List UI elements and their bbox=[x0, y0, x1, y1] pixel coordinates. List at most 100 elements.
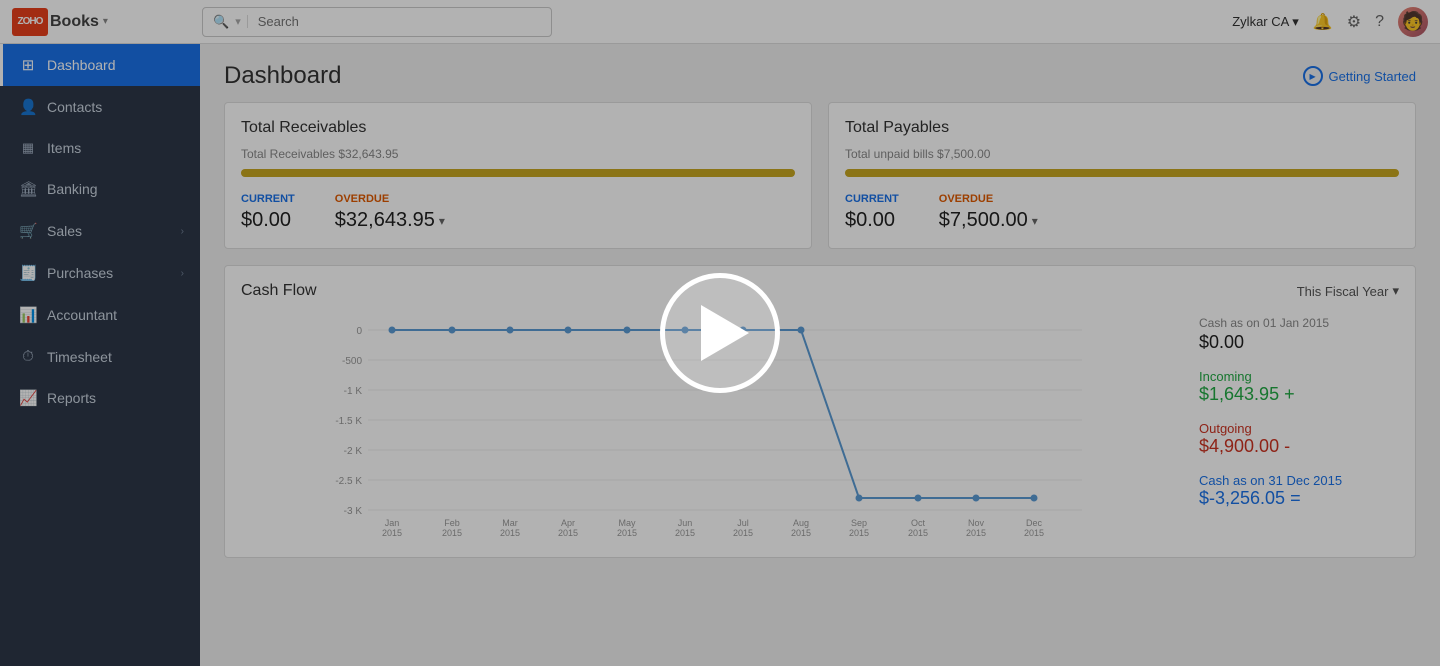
sidebar-label-banking: Banking bbox=[47, 181, 184, 197]
sidebar-item-accountant[interactable]: 📊 Accountant bbox=[0, 294, 200, 336]
logo-area: ZOHO Books ▾ bbox=[12, 8, 202, 36]
svg-text:Apr: Apr bbox=[561, 518, 575, 528]
org-dropdown-icon: ▾ bbox=[1292, 14, 1299, 30]
main-content: Dashboard ▶ Getting Started Total Receiv… bbox=[200, 44, 1440, 666]
org-name[interactable]: Zylkar CA ▾ bbox=[1232, 14, 1299, 30]
svg-text:2015: 2015 bbox=[675, 528, 695, 536]
svg-text:2015: 2015 bbox=[442, 528, 462, 536]
svg-text:2015: 2015 bbox=[849, 528, 869, 536]
timesheet-icon: ⏱ bbox=[19, 348, 37, 365]
help-icon[interactable]: ? bbox=[1375, 13, 1384, 31]
sidebar: ⊞ Dashboard 👤 Contacts ▦ Items 🏛 Banking… bbox=[0, 44, 200, 666]
zoho-logo-box: ZOHO bbox=[12, 8, 48, 36]
sidebar-item-sales[interactable]: 🛒 Sales › bbox=[0, 210, 200, 252]
sidebar-item-purchases[interactable]: 🧾 Purchases › bbox=[0, 252, 200, 294]
cash-summary: Cash as on 01 Jan 2015 $0.00 Incoming $1… bbox=[1199, 316, 1399, 541]
receivables-overdue[interactable]: OVERDUE $32,643.95 ▾ bbox=[335, 193, 445, 232]
svg-text:-500: -500 bbox=[342, 356, 362, 367]
svg-text:May: May bbox=[618, 518, 636, 528]
svg-text:2015: 2015 bbox=[558, 528, 578, 536]
sidebar-item-banking[interactable]: 🏛 Banking bbox=[0, 168, 200, 210]
payables-progress bbox=[845, 169, 1399, 177]
chart-area: 0 -500 -1 K -1.5 K -2 K -2.5 K -3 K bbox=[241, 316, 1183, 541]
svg-text:Dec: Dec bbox=[1026, 518, 1043, 528]
payables-current: CURRENT $0.00 bbox=[845, 193, 899, 232]
user-avatar[interactable]: 🧑 bbox=[1398, 7, 1428, 37]
svg-text:Jan: Jan bbox=[385, 518, 400, 528]
fiscal-year-selector[interactable]: This Fiscal Year ▾ bbox=[1297, 283, 1399, 299]
settings-icon[interactable]: ⚙ bbox=[1347, 12, 1361, 32]
sidebar-label-contacts: Contacts bbox=[47, 99, 184, 115]
payables-desc: Total unpaid bills $7,500.00 bbox=[845, 147, 1399, 161]
svg-text:Nov: Nov bbox=[968, 518, 985, 528]
banking-icon: 🏛 bbox=[19, 180, 37, 198]
payables-overdue-value: $7,500.00 ▾ bbox=[939, 209, 1038, 232]
sidebar-label-accountant: Accountant bbox=[47, 307, 184, 323]
svg-text:Mar: Mar bbox=[502, 518, 518, 528]
svg-text:Aug: Aug bbox=[793, 518, 809, 528]
receivables-progress bbox=[241, 169, 795, 177]
svg-text:-1 K: -1 K bbox=[344, 386, 363, 397]
search-bar[interactable]: 🔍 ▾ bbox=[202, 7, 552, 37]
sidebar-item-reports[interactable]: 📈 Reports bbox=[0, 377, 200, 419]
receivables-current: CURRENT $0.00 bbox=[241, 193, 295, 232]
purchases-icon: 🧾 bbox=[19, 264, 37, 282]
payables-current-value: $0.00 bbox=[845, 209, 899, 232]
zoho-logo[interactable]: ZOHO Books ▾ bbox=[12, 8, 108, 36]
notifications-icon[interactable]: 🔔 bbox=[1313, 12, 1333, 32]
search-icon: 🔍 bbox=[213, 14, 229, 30]
accountant-icon: 📊 bbox=[19, 306, 37, 324]
sidebar-label-items: Items bbox=[47, 140, 184, 156]
receivables-overdue-value: $32,643.95 ▾ bbox=[335, 209, 445, 232]
svg-text:2015: 2015 bbox=[791, 528, 811, 536]
incoming-value: $1,643.95 + bbox=[1199, 384, 1399, 405]
cash-end-label: Cash as on 31 Dec 2015 bbox=[1199, 473, 1399, 488]
svg-text:Oct: Oct bbox=[911, 518, 926, 528]
cash-start-label: Cash as on 01 Jan 2015 bbox=[1199, 316, 1399, 330]
svg-text:2015: 2015 bbox=[966, 528, 986, 536]
svg-text:-2 K: -2 K bbox=[344, 446, 363, 457]
cashflow-header: Cash Flow This Fiscal Year ▾ bbox=[241, 282, 1399, 300]
dashboard-icon: ⊞ bbox=[19, 56, 37, 74]
getting-started-button[interactable]: ▶ Getting Started bbox=[1303, 66, 1416, 86]
payables-widget: Total Payables Total unpaid bills $7,500… bbox=[828, 102, 1416, 249]
svg-text:Feb: Feb bbox=[444, 518, 460, 528]
receivables-desc: Total Receivables $32,643.95 bbox=[241, 147, 795, 161]
svg-text:2015: 2015 bbox=[500, 528, 520, 536]
svg-text:0: 0 bbox=[356, 326, 362, 337]
getting-started-label: Getting Started bbox=[1329, 69, 1416, 84]
cashflow-chart: 0 -500 -1 K -1.5 K -2 K -2.5 K -3 K bbox=[241, 316, 1183, 536]
cashflow-section: Cash Flow This Fiscal Year ▾ 0 -500 -1 K… bbox=[224, 265, 1416, 558]
incoming-label: Incoming bbox=[1199, 369, 1399, 384]
app-name: Books bbox=[50, 13, 99, 31]
app-dropdown-icon[interactable]: ▾ bbox=[103, 16, 108, 27]
sidebar-label-sales: Sales bbox=[47, 223, 171, 239]
sidebar-item-contacts[interactable]: 👤 Contacts bbox=[0, 86, 200, 128]
sidebar-item-dashboard[interactable]: ⊞ Dashboard bbox=[0, 44, 200, 86]
svg-text:Jul: Jul bbox=[737, 518, 749, 528]
main-layout: ⊞ Dashboard 👤 Contacts ▦ Items 🏛 Banking… bbox=[0, 44, 1440, 666]
sidebar-item-items[interactable]: ▦ Items bbox=[0, 128, 200, 168]
sidebar-label-purchases: Purchases bbox=[47, 265, 171, 281]
items-icon: ▦ bbox=[19, 140, 37, 156]
cash-end-item: Cash as on 31 Dec 2015 $-3,256.05 = bbox=[1199, 473, 1399, 509]
payables-overdue[interactable]: OVERDUE $7,500.00 ▾ bbox=[939, 193, 1038, 232]
svg-text:2015: 2015 bbox=[733, 528, 753, 536]
svg-text:Jun: Jun bbox=[678, 518, 693, 528]
payables-progress-fill bbox=[845, 169, 1399, 177]
payables-values: CURRENT $0.00 OVERDUE $7,500.00 ▾ bbox=[845, 193, 1399, 232]
purchases-arrow: › bbox=[181, 268, 184, 279]
sidebar-label-dashboard: Dashboard bbox=[47, 57, 184, 73]
fiscal-year-label: This Fiscal Year bbox=[1297, 284, 1389, 299]
svg-text:2015: 2015 bbox=[1024, 528, 1044, 536]
outgoing-label: Outgoing bbox=[1199, 421, 1399, 436]
cash-end-value: $-3,256.05 = bbox=[1199, 488, 1399, 509]
search-input[interactable] bbox=[258, 14, 541, 29]
sidebar-item-timesheet[interactable]: ⏱ Timesheet bbox=[0, 336, 200, 377]
svg-text:2015: 2015 bbox=[908, 528, 928, 536]
sidebar-label-timesheet: Timesheet bbox=[47, 349, 184, 365]
sales-arrow: › bbox=[181, 226, 184, 237]
contacts-icon: 👤 bbox=[19, 98, 37, 116]
receivables-current-label: CURRENT bbox=[241, 193, 295, 205]
incoming-item: Incoming $1,643.95 + bbox=[1199, 369, 1399, 405]
